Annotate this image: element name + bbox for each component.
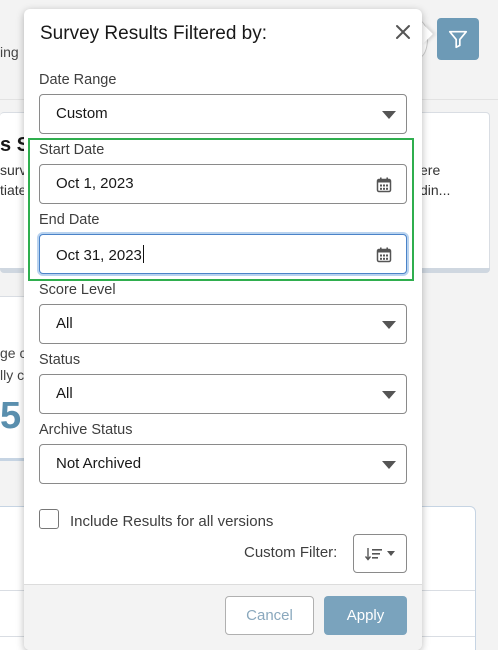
- score-level-label: Score Level: [39, 282, 116, 298]
- header-text-fragment: ing: [0, 44, 19, 60]
- start-date-input[interactable]: Oct 1, 2023: [39, 164, 407, 204]
- date-range-select[interactable]: Custom: [39, 94, 407, 134]
- end-date-value: Oct 31, 2023: [56, 247, 142, 264]
- card-text-fragment: din...: [420, 182, 451, 198]
- popover-footer: Cancel Apply: [24, 584, 422, 650]
- chevron-down-icon: [382, 321, 396, 329]
- end-date-input[interactable]: Oct 31, 2023: [39, 234, 407, 274]
- date-range-label: Date Range: [39, 72, 117, 88]
- apply-button[interactable]: Apply: [324, 596, 407, 635]
- custom-filter-button[interactable]: [353, 534, 407, 573]
- start-date-value: Oct 1, 2023: [56, 175, 134, 192]
- card-text-fragment: tiate: [0, 182, 27, 198]
- include-all-versions-label[interactable]: Include Results for all versions: [70, 513, 273, 530]
- cancel-button[interactable]: Cancel: [225, 596, 314, 635]
- score-level-select[interactable]: All: [39, 304, 407, 344]
- chevron-down-icon: [382, 111, 396, 119]
- chevron-down-icon: [387, 551, 395, 556]
- funnel-icon: [448, 30, 468, 49]
- chevron-down-icon: [382, 391, 396, 399]
- filter-popover: Survey Results Filtered by: Date Range C…: [24, 9, 422, 650]
- end-date-label: End Date: [39, 212, 100, 228]
- filter-button[interactable]: [437, 18, 479, 60]
- archive-status-select[interactable]: Not Archived: [39, 444, 407, 484]
- archive-status-value: Not Archived: [56, 455, 142, 472]
- sort-filter-icon: [365, 547, 382, 561]
- percentage-value-fragment: 5: [0, 395, 22, 437]
- include-all-versions-checkbox[interactable]: [39, 509, 59, 529]
- status-value: All: [56, 385, 73, 402]
- close-button[interactable]: [390, 19, 416, 45]
- calendar-icon[interactable]: [376, 177, 392, 193]
- status-select[interactable]: All: [39, 374, 407, 414]
- date-range-value: Custom: [56, 105, 108, 122]
- end-date-value-wrapper: Oct 31, 2023: [56, 245, 144, 264]
- text-cursor: [142, 245, 144, 263]
- popover-title: Survey Results Filtered by:: [40, 23, 268, 44]
- close-icon: [396, 25, 410, 39]
- archive-status-label: Archive Status: [39, 422, 133, 438]
- custom-filter-label: Custom Filter:: [244, 544, 338, 561]
- status-label: Status: [39, 352, 81, 368]
- chevron-down-icon: [382, 461, 396, 469]
- card-text-fragment: surv: [0, 162, 27, 178]
- card-text-fragment: ere: [420, 162, 441, 178]
- score-level-value: All: [56, 315, 73, 332]
- calendar-icon[interactable]: [376, 247, 392, 263]
- start-date-label: Start Date: [39, 142, 105, 158]
- card-text-fragment: lly c: [0, 367, 25, 383]
- card-text-fragment: ge c: [0, 345, 27, 361]
